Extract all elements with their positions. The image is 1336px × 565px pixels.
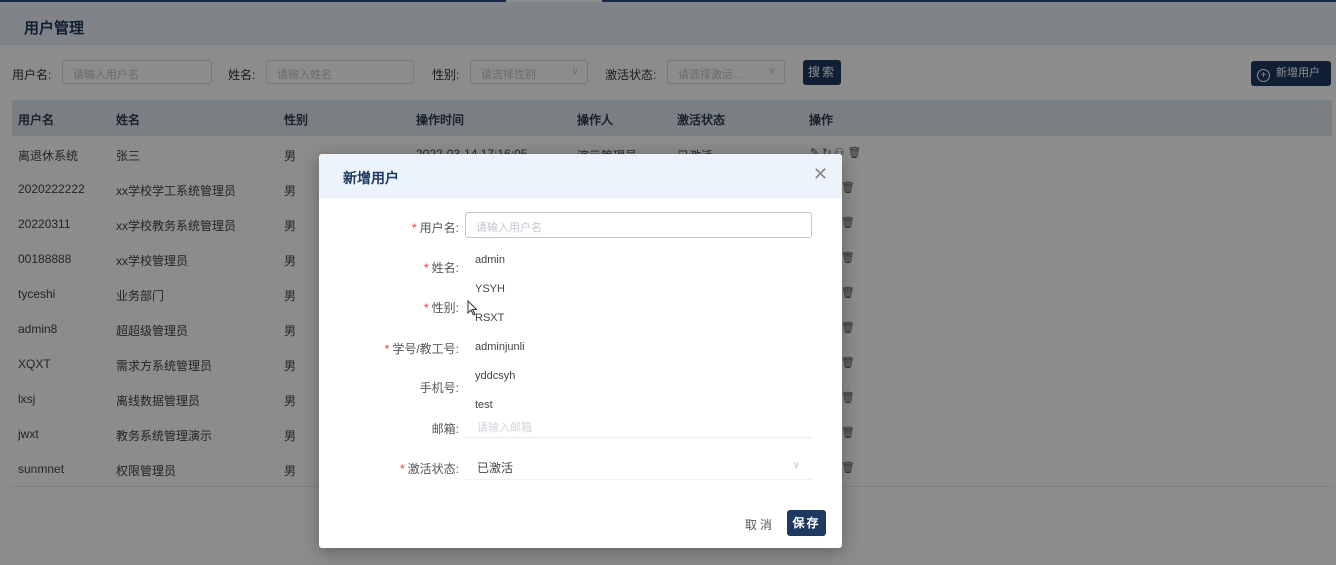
required-marker: * bbox=[384, 342, 390, 356]
required-marker: * bbox=[423, 301, 429, 315]
dialog-header: 新增用户 ✕ bbox=[319, 154, 842, 198]
add-user-dialog: 新增用户 ✕ * 用户名: 请输入用户名 * 姓名: * 性别: * 学号/教工号: 手… bbox=[319, 154, 842, 548]
username-autocomplete-dropdown: admin YSYH RSXT adminjunli yddcsyh test bbox=[465, 245, 665, 419]
cancel-button[interactable]: 取消 bbox=[745, 516, 775, 533]
autocomplete-item[interactable]: yddcsyh bbox=[475, 370, 515, 382]
close-icon[interactable]: ✕ bbox=[813, 165, 828, 183]
email-field-label: 邮箱: bbox=[431, 422, 459, 436]
dialog-title: 新增用户 bbox=[343, 170, 399, 186]
username-field-label: * 用户名: bbox=[339, 219, 459, 236]
autocomplete-item[interactable]: admin bbox=[475, 254, 505, 266]
autocomplete-item[interactable]: RSXT bbox=[475, 312, 504, 324]
autocomplete-item[interactable]: adminjunli bbox=[475, 341, 525, 353]
name-field-label: * 姓名: bbox=[339, 259, 459, 276]
name-field-label-text: 姓名: bbox=[431, 261, 459, 275]
id-field-label: * 学号/教工号: bbox=[339, 340, 459, 357]
required-marker: * bbox=[411, 221, 417, 235]
username-field[interactable]: 请输入用户名 bbox=[465, 212, 812, 238]
gender-field-label: * 性别: bbox=[339, 299, 459, 316]
username-field-label-text: 用户名: bbox=[419, 221, 459, 235]
phone-field-label: 手机号: bbox=[419, 381, 459, 395]
id-field-label-text: 学号/教工号: bbox=[392, 342, 459, 356]
status-select[interactable]: 已激活 ∨ bbox=[465, 454, 812, 480]
save-button[interactable]: 保存 bbox=[787, 510, 826, 536]
autocomplete-item[interactable]: YSYH bbox=[475, 283, 505, 295]
status-select-value: 已激活 bbox=[477, 461, 514, 475]
mouse-cursor-icon bbox=[467, 300, 478, 316]
gender-field-label-text: 性别: bbox=[431, 301, 459, 315]
required-marker: * bbox=[399, 462, 405, 476]
status-field-label-text: 激活状态: bbox=[407, 462, 459, 476]
status-field-label: * 激活状态: bbox=[339, 460, 459, 477]
chevron-down-icon: ∨ bbox=[792, 460, 800, 471]
required-marker: * bbox=[423, 261, 429, 275]
autocomplete-item[interactable]: test bbox=[475, 399, 493, 411]
user-management-page: 用户管理 用户名: 请输入用户名 姓名: 请输入姓名 性别: 请选择性别 ∨ 激… bbox=[0, 0, 1336, 565]
